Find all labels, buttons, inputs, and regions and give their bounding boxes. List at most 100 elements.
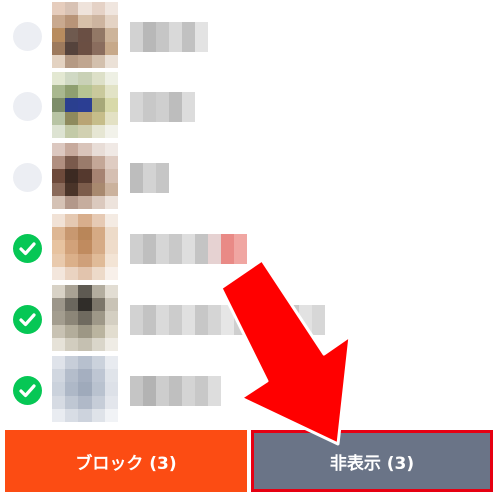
avatar-pixel bbox=[52, 382, 66, 396]
avatar-pixel bbox=[52, 311, 66, 325]
name-pixel bbox=[234, 305, 247, 335]
avatar-pixel bbox=[104, 2, 118, 16]
avatar-pixel bbox=[78, 356, 92, 370]
name-pixel bbox=[143, 163, 156, 193]
name-pixel bbox=[208, 234, 221, 264]
name-pixel bbox=[169, 92, 182, 122]
name-pixel bbox=[130, 92, 143, 122]
name-pixel bbox=[143, 305, 156, 335]
name-pixel bbox=[130, 376, 143, 406]
avatar-pixel bbox=[52, 41, 66, 55]
select-checkbox[interactable] bbox=[13, 163, 42, 192]
avatar-pixel bbox=[78, 85, 92, 99]
avatar-pixel bbox=[52, 337, 66, 351]
avatar-pixel bbox=[91, 369, 105, 383]
name-pixel bbox=[221, 305, 234, 335]
avatar-pixel bbox=[104, 54, 118, 68]
avatar-pixel bbox=[104, 28, 118, 42]
avatar-pixel bbox=[52, 72, 66, 86]
name-pixel bbox=[195, 376, 208, 406]
avatar-pixel bbox=[52, 85, 66, 99]
avatar-pixel bbox=[91, 266, 105, 280]
avatar-pixel bbox=[78, 324, 92, 338]
select-checkbox[interactable] bbox=[13, 92, 42, 121]
avatar-pixel bbox=[91, 395, 105, 409]
avatar-pixel bbox=[78, 182, 92, 196]
avatar-pixel bbox=[52, 298, 66, 312]
name-pixel bbox=[299, 305, 312, 335]
list-item[interactable] bbox=[0, 141, 500, 213]
avatar-pixel bbox=[65, 111, 79, 125]
avatar-pixel bbox=[104, 214, 118, 228]
avatar-pixel bbox=[65, 382, 79, 396]
avatar-pixel bbox=[91, 240, 105, 254]
name-pixel bbox=[182, 22, 195, 52]
contact-name-mosaic bbox=[130, 305, 325, 335]
avatar-pixel bbox=[91, 356, 105, 370]
avatar-pixel bbox=[91, 195, 105, 209]
list-item[interactable] bbox=[0, 70, 500, 142]
avatar-pixel bbox=[104, 41, 118, 55]
avatar-pixel bbox=[52, 356, 66, 370]
avatar-pixel bbox=[52, 54, 66, 68]
avatar-pixel bbox=[91, 408, 105, 422]
avatar-pixel bbox=[78, 408, 92, 422]
avatar-pixel bbox=[104, 285, 118, 299]
avatar-pixel bbox=[65, 98, 79, 112]
contact-name-mosaic bbox=[130, 92, 195, 122]
name-pixel bbox=[195, 305, 208, 335]
avatar-pixel bbox=[65, 395, 79, 409]
list-item[interactable] bbox=[0, 212, 500, 284]
avatar-pixel bbox=[65, 85, 79, 99]
avatar-pixel bbox=[52, 285, 66, 299]
checkmark-icon bbox=[19, 313, 36, 327]
select-checkbox[interactable] bbox=[13, 305, 42, 334]
avatar-pixel bbox=[78, 72, 92, 86]
avatar-pixel bbox=[104, 240, 118, 254]
select-checkbox[interactable] bbox=[13, 234, 42, 263]
avatar-pixel bbox=[91, 298, 105, 312]
avatar-pixel bbox=[78, 311, 92, 325]
avatar-pixel bbox=[104, 298, 118, 312]
avatar-pixel bbox=[91, 253, 105, 267]
hide-button[interactable]: 非表示 (3) bbox=[251, 430, 493, 492]
avatar-pixel bbox=[78, 298, 92, 312]
avatar-pixel bbox=[104, 356, 118, 370]
avatar-pixel bbox=[65, 408, 79, 422]
avatar-pixel bbox=[65, 266, 79, 280]
avatar-pixel bbox=[91, 15, 105, 29]
avatar-pixel bbox=[104, 15, 118, 29]
contact-name-mosaic bbox=[130, 22, 208, 52]
avatar-pixel bbox=[65, 156, 79, 170]
select-checkbox[interactable] bbox=[13, 22, 42, 51]
avatar-pixel bbox=[65, 298, 79, 312]
name-pixel bbox=[286, 305, 299, 335]
avatar-pixel bbox=[65, 227, 79, 241]
avatar-pixel bbox=[104, 111, 118, 125]
list-item[interactable] bbox=[0, 354, 500, 426]
avatar-pixel bbox=[78, 195, 92, 209]
avatar bbox=[52, 214, 118, 280]
block-button[interactable]: ブロック (3) bbox=[5, 430, 247, 492]
avatar-pixel bbox=[65, 15, 79, 29]
name-pixel bbox=[130, 163, 143, 193]
avatar-pixel bbox=[91, 72, 105, 86]
avatar-pixel bbox=[78, 54, 92, 68]
select-checkbox[interactable] bbox=[13, 376, 42, 405]
name-pixel bbox=[156, 234, 169, 264]
list-item[interactable] bbox=[0, 0, 500, 72]
list-item[interactable] bbox=[0, 283, 500, 355]
avatar-pixel bbox=[65, 54, 79, 68]
avatar-pixel bbox=[91, 169, 105, 183]
avatar-pixel bbox=[65, 356, 79, 370]
avatar-pixel bbox=[78, 143, 92, 157]
name-pixel bbox=[169, 22, 182, 52]
avatar-pixel bbox=[104, 324, 118, 338]
name-pixel bbox=[156, 376, 169, 406]
avatar-pixel bbox=[78, 28, 92, 42]
avatar-pixel bbox=[52, 28, 66, 42]
avatar-pixel bbox=[78, 2, 92, 16]
avatar-pixel bbox=[65, 169, 79, 183]
avatar-pixel bbox=[91, 143, 105, 157]
avatar-pixel bbox=[91, 98, 105, 112]
